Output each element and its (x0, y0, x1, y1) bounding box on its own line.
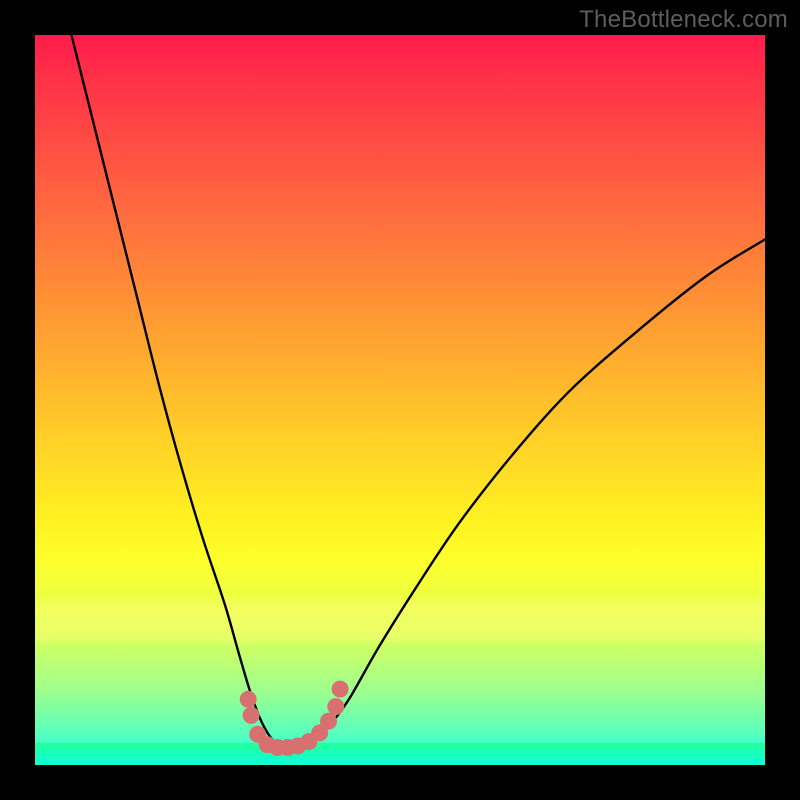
marker-dot (332, 681, 349, 698)
marker-cluster (35, 35, 765, 765)
watermark-text: TheBottleneck.com (579, 6, 788, 34)
plot-area (35, 35, 765, 765)
marker-dot (240, 691, 257, 708)
marker-dot (327, 698, 344, 715)
marker-dot (243, 707, 260, 724)
marker-dot (320, 713, 337, 730)
chart-frame: TheBottleneck.com (0, 0, 800, 800)
